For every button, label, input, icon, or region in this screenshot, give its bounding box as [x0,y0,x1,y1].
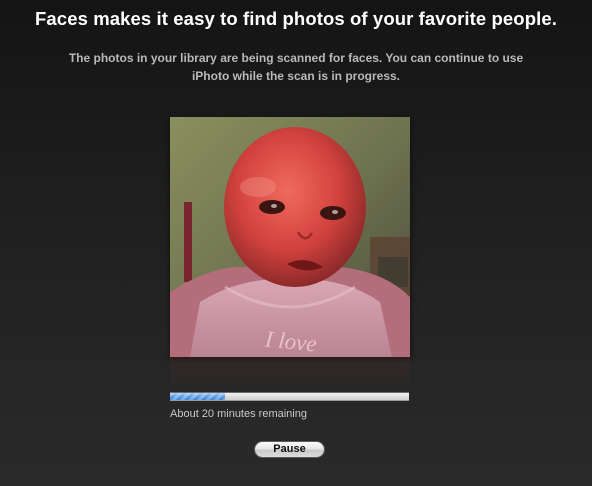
time-remaining-label: About 20 minutes remaining [170,408,307,420]
headline: Faces makes it easy to find photos of yo… [35,8,557,29]
scan-progress-bar [170,392,409,401]
photo-reflection [170,357,410,391]
scan-progress-fill [170,393,225,400]
scan-description: The photos in your library are being sca… [68,51,524,83]
current-photo: I love [170,117,410,357]
baby-photo-image: I love [170,117,410,357]
pause-button[interactable]: Pause [254,441,325,458]
